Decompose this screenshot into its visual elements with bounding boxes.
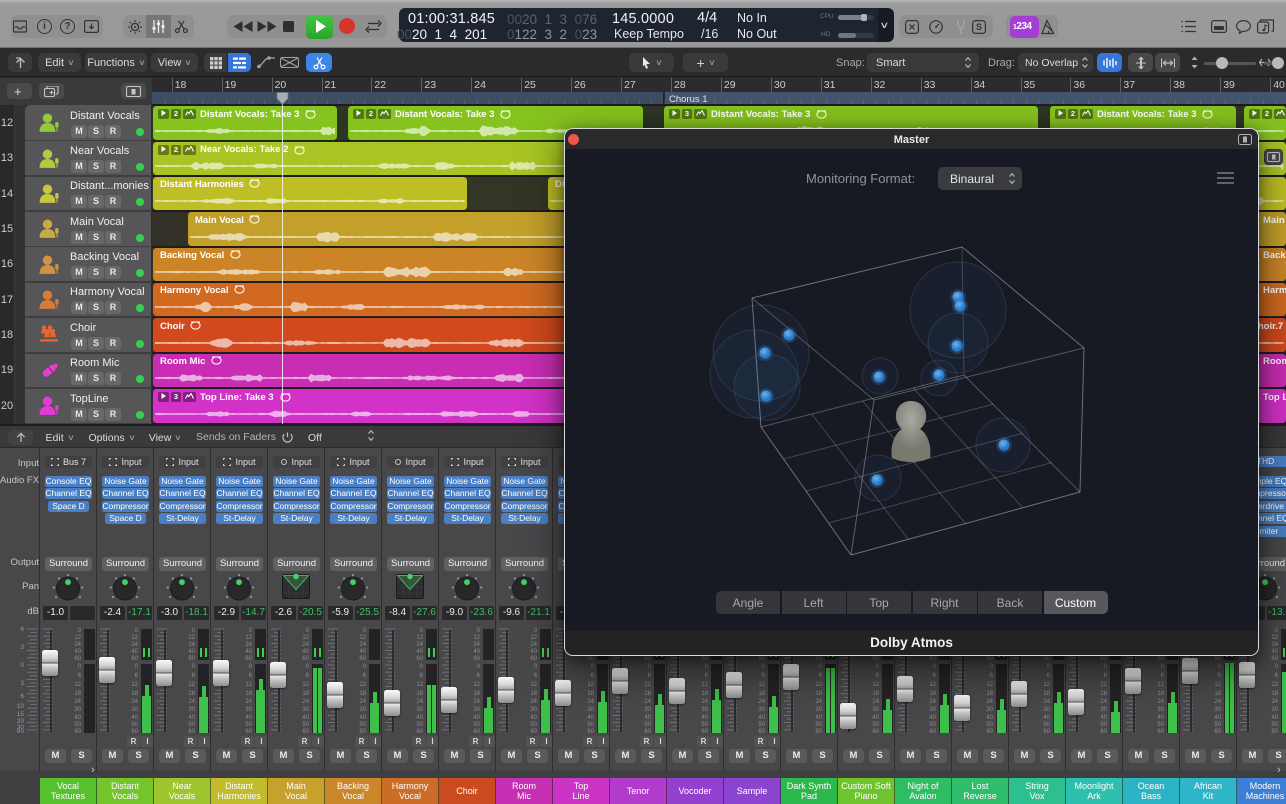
svg-text:S: S xyxy=(976,22,982,32)
